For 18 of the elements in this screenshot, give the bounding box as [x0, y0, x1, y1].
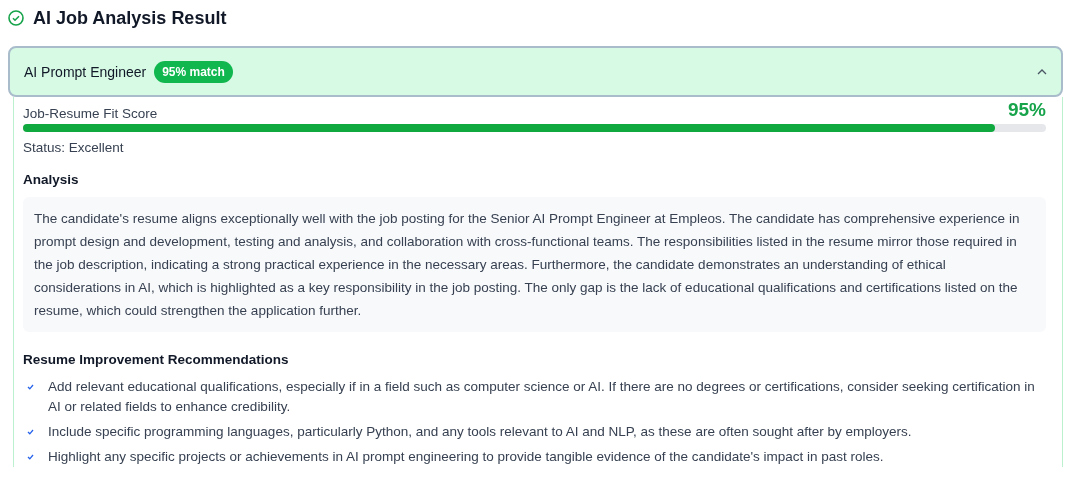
- recommendation-text: Include specific programming languages, particularly Python, and any tools relevant to AI and NLP, as these are often sought after by employers.: [48, 423, 912, 441]
- recommendation-text: Add relevant educational qualifications, especially if in a field such as computer science or AI. If there are no degrees or certifications, consider seeking certification in AI or related fields to enhance credibility.: [48, 378, 1036, 416]
- match-badge: 95% match: [154, 60, 233, 83]
- section-heading: Resume Improvement Recommendations: [23, 352, 290, 367]
- score-label: Job-Resume Fit Score: [23, 106, 158, 121]
- chevron-icon: [1037, 68, 1047, 75]
- job-title: AI Prompt Engineer: [24, 63, 147, 80]
- check-icon: [27, 454, 34, 460]
- section-heading: Analysis: [23, 172, 80, 187]
- score-value: 95%: [1007, 99, 1046, 121]
- status-text: Status: Excellent: [23, 140, 124, 155]
- page-title: AI Job Analysis Result: [33, 7, 227, 29]
- check-icon: [27, 384, 34, 390]
- check-icon: [27, 429, 34, 435]
- check-circle-icon: [8, 10, 24, 26]
- recommendation-text: Highlight any specific projects or achievements in AI prompt engineering to provide tangible evidence of the candidate's impact in past roles.: [48, 448, 884, 466]
- analysis-text: The candidate's resume aligns exceptionally well with the job posting for the Senior AI Prompt Engineer at Empleos. The candidate has comprehensive experience in prompt design and development, testing and analysis, and collaboration with cross-functional teams. The responsibilities listed in the resume mirror those required in the job description, indicating a strong practical experience in the necessary areas. Furthermore, the candidate demonstrates an understanding of ethical considerations in AI, which is highlighted as a key responsibility in the job posting. The only gap is the lack of educational qualifications and certifications listed on the resume, which could strengthen the application further.: [23, 197, 1046, 332]
- accordion-header[interactable]: AI Prompt Engineer 95% match: [8, 46, 1063, 97]
